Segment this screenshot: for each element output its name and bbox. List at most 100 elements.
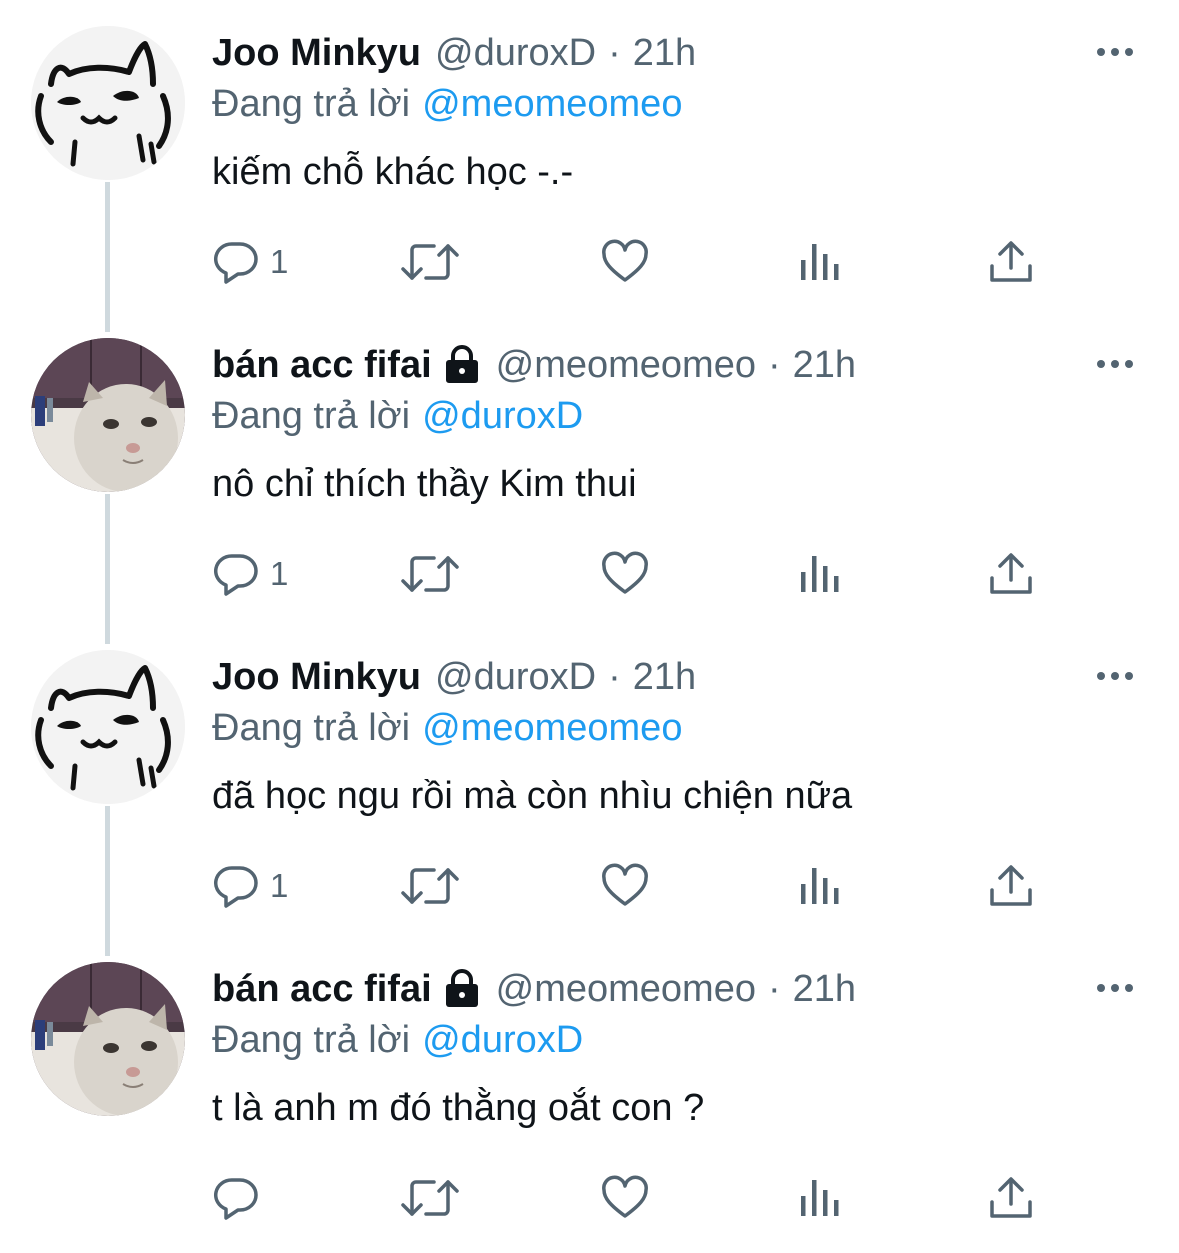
analytics-icon — [798, 550, 842, 598]
mention-link[interactable]: @meomeomeo — [422, 83, 682, 125]
more-icon[interactable] — [1095, 656, 1135, 696]
cat-doodle-avatar — [31, 650, 185, 804]
tweet-text: nô chỉ thích thầy Kim thui — [212, 463, 637, 505]
tweet[interactable]: bán acc fifai @meomeomeo · 21h Đang trả … — [0, 936, 1179, 1248]
username-handle[interactable]: @duroxD — [435, 30, 596, 76]
replying-to: Đang trả lời @meomeomeo — [212, 704, 682, 752]
retweet-button[interactable] — [400, 860, 460, 912]
replying-label: Đang trả lời — [212, 395, 411, 437]
views-button[interactable] — [798, 236, 842, 288]
mention-link[interactable]: @meomeomeo — [422, 707, 682, 749]
lock-icon — [442, 345, 482, 385]
comment-icon — [212, 1174, 260, 1222]
views-button[interactable] — [798, 548, 842, 600]
display-name[interactable]: bán acc fifai — [212, 966, 432, 1012]
retweet-icon — [400, 238, 460, 286]
comment-icon — [212, 238, 260, 286]
analytics-icon — [798, 1174, 842, 1222]
action-bar: 1 — [212, 548, 1042, 600]
avatar[interactable] — [31, 962, 185, 1116]
retweet-icon — [400, 550, 460, 598]
reply-count: 1 — [270, 555, 289, 592]
retweet-button[interactable] — [400, 236, 460, 288]
share-button[interactable] — [988, 1172, 1034, 1224]
avatar[interactable] — [31, 26, 185, 180]
share-button[interactable] — [988, 236, 1034, 288]
tweet-text: t là anh m đó thằng oắt con ? — [212, 1087, 705, 1129]
share-icon — [988, 238, 1034, 286]
tweet[interactable]: Joo Minkyu @duroxD · 21h Đang trả lời @me… — [0, 0, 1179, 312]
views-button[interactable] — [798, 860, 842, 912]
separator-dot: · — [767, 968, 781, 1010]
heart-icon — [600, 1174, 650, 1222]
timestamp[interactable]: 21h — [793, 342, 856, 388]
reply-count: 1 — [270, 867, 289, 904]
heart-icon — [600, 862, 650, 910]
cat-photo-avatar — [31, 338, 185, 492]
tweet-header: bán acc fifai @meomeomeo · 21h — [212, 342, 856, 388]
display-name[interactable]: Joo Minkyu — [212, 654, 421, 700]
analytics-icon — [798, 238, 842, 286]
replying-label: Đang trả lời — [212, 1019, 411, 1061]
username-handle[interactable]: @meomeomeo — [496, 342, 756, 388]
reply-button[interactable]: 1 — [212, 548, 288, 600]
share-button[interactable] — [988, 860, 1034, 912]
timestamp[interactable]: 21h — [793, 966, 856, 1012]
heart-icon — [600, 550, 650, 598]
analytics-icon — [798, 862, 842, 910]
tweet[interactable]: Joo Minkyu @duroxD · 21h Đang trả lời @me… — [0, 624, 1179, 936]
cat-photo-avatar — [31, 962, 185, 1116]
share-icon — [988, 862, 1034, 910]
like-button[interactable] — [600, 548, 650, 600]
more-icon[interactable] — [1095, 344, 1135, 384]
tweet-header: Joo Minkyu @duroxD · 21h — [212, 30, 696, 76]
display-name[interactable]: Joo Minkyu — [212, 30, 421, 76]
username-handle[interactable]: @duroxD — [435, 654, 596, 700]
replying-to: Đang trả lời @duroxD — [212, 1016, 583, 1064]
retweet-icon — [400, 862, 460, 910]
replying-to: Đang trả lời @meomeomeo — [212, 80, 682, 128]
separator-dot: · — [608, 656, 621, 698]
timestamp[interactable]: 21h — [633, 654, 696, 700]
avatar[interactable] — [31, 650, 185, 804]
more-icon[interactable] — [1095, 968, 1135, 1008]
replying-to: Đang trả lời @duroxD — [212, 392, 583, 440]
reply-button[interactable] — [212, 1172, 270, 1224]
replying-label: Đang trả lời — [212, 83, 411, 125]
heart-icon — [600, 238, 650, 286]
tweet-text: đã học ngu rồi mà còn nhìu chiện nữa — [212, 775, 853, 817]
share-icon — [988, 550, 1034, 598]
tweet[interactable]: bán acc fifai @meomeomeo · 21h Đang trả … — [0, 312, 1179, 624]
like-button[interactable] — [600, 860, 650, 912]
tweet-header: Joo Minkyu @duroxD · 21h — [212, 654, 696, 700]
share-button[interactable] — [988, 548, 1034, 600]
tweet-header: bán acc fifai @meomeomeo · 21h — [212, 966, 856, 1012]
reply-count: 1 — [270, 243, 289, 280]
separator-dot: · — [608, 32, 621, 74]
action-bar: 1 — [212, 236, 1042, 288]
like-button[interactable] — [600, 236, 650, 288]
username-handle[interactable]: @meomeomeo — [496, 966, 756, 1012]
lock-icon — [442, 969, 482, 1009]
tweet-text: kiếm chỗ khác học -.- — [212, 151, 574, 193]
retweet-icon — [400, 1174, 460, 1222]
reply-button[interactable]: 1 — [212, 236, 288, 288]
retweet-button[interactable] — [400, 1172, 460, 1224]
action-bar: 1 — [212, 860, 1042, 912]
more-icon[interactable] — [1095, 32, 1135, 72]
display-name[interactable]: bán acc fifai — [212, 342, 432, 388]
cat-doodle-avatar — [31, 26, 185, 180]
views-button[interactable] — [798, 1172, 842, 1224]
separator-dot: · — [767, 344, 781, 386]
mention-link[interactable]: @duroxD — [422, 395, 583, 437]
replying-label: Đang trả lời — [212, 707, 411, 749]
reply-button[interactable]: 1 — [212, 860, 288, 912]
comment-icon — [212, 550, 260, 598]
mention-link[interactable]: @duroxD — [422, 1019, 583, 1061]
share-icon — [988, 1174, 1034, 1222]
like-button[interactable] — [600, 1172, 650, 1224]
timestamp[interactable]: 21h — [633, 30, 696, 76]
avatar[interactable] — [31, 338, 185, 492]
retweet-button[interactable] — [400, 548, 460, 600]
action-bar — [212, 1172, 1042, 1224]
